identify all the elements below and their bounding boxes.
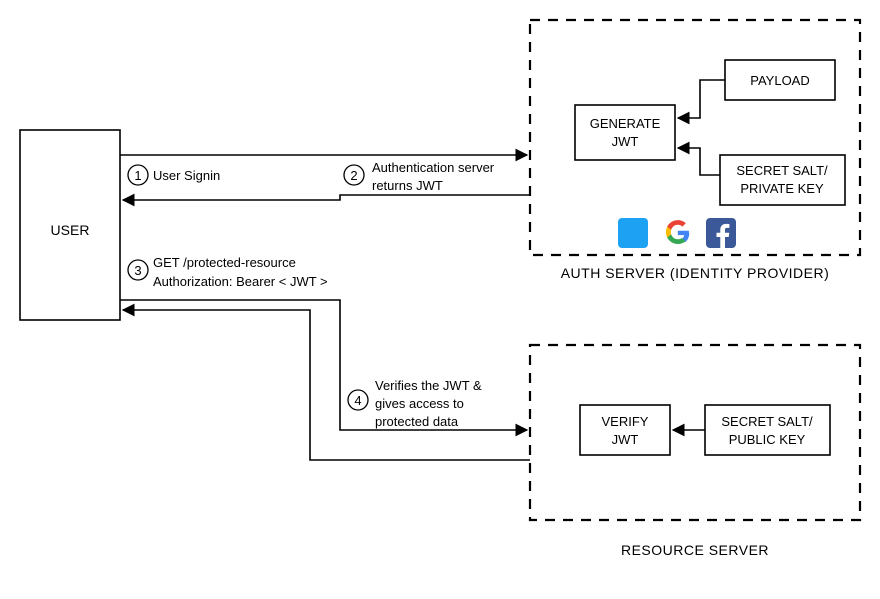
secret-public-l2: PUBLIC KEY bbox=[729, 432, 806, 447]
arrow-secret-to-generate bbox=[678, 148, 720, 175]
generate-jwt-box bbox=[575, 105, 675, 160]
secret-public-l1: SECRET SALT/ bbox=[721, 414, 813, 429]
secret-private-l2: PRIVATE KEY bbox=[740, 181, 824, 196]
step2-l2: returns JWT bbox=[372, 178, 443, 193]
generate-jwt-l1: GENERATE bbox=[590, 116, 661, 131]
arrow-step2 bbox=[123, 195, 530, 200]
verify-jwt-l1: VERIFY bbox=[602, 414, 649, 429]
secret-private-l1: SECRET SALT/ bbox=[736, 163, 828, 178]
generate-jwt-l2: JWT bbox=[612, 134, 639, 149]
step3-l1: GET /protected-resource bbox=[153, 255, 296, 270]
step4-l2: gives access to bbox=[375, 396, 464, 411]
verify-jwt-box bbox=[580, 405, 670, 455]
step3-l2: Authorization: Bearer < JWT > bbox=[153, 274, 328, 289]
step1-num: 1 bbox=[134, 168, 141, 183]
step1-text: User Signin bbox=[153, 168, 220, 183]
jwt-flow-diagram: USER GENERATE JWT PAYLOAD SECRET SALT/ P… bbox=[0, 0, 880, 599]
user-label: USER bbox=[51, 222, 90, 238]
step4-l3: protected data bbox=[375, 414, 459, 429]
arrow-payload-to-generate bbox=[678, 80, 725, 118]
auth-server-caption: AUTH SERVER (IDENTITY PROVIDER) bbox=[561, 265, 830, 281]
step2-l1: Authentication server bbox=[372, 160, 495, 175]
step3-num: 3 bbox=[134, 263, 141, 278]
step4-num: 4 bbox=[354, 393, 361, 408]
step2-num: 2 bbox=[350, 168, 357, 183]
facebook-icon bbox=[706, 218, 736, 248]
verify-jwt-l2: JWT bbox=[612, 432, 639, 447]
twitter-icon bbox=[592, 212, 648, 248]
resource-server-caption: RESOURCE SERVER bbox=[621, 542, 769, 558]
arrow-step3 bbox=[120, 300, 527, 430]
google-icon bbox=[662, 218, 692, 248]
step4-l1: Verifies the JWT & bbox=[375, 378, 482, 393]
payload-label: PAYLOAD bbox=[750, 73, 809, 88]
secret-public-box bbox=[705, 405, 830, 455]
